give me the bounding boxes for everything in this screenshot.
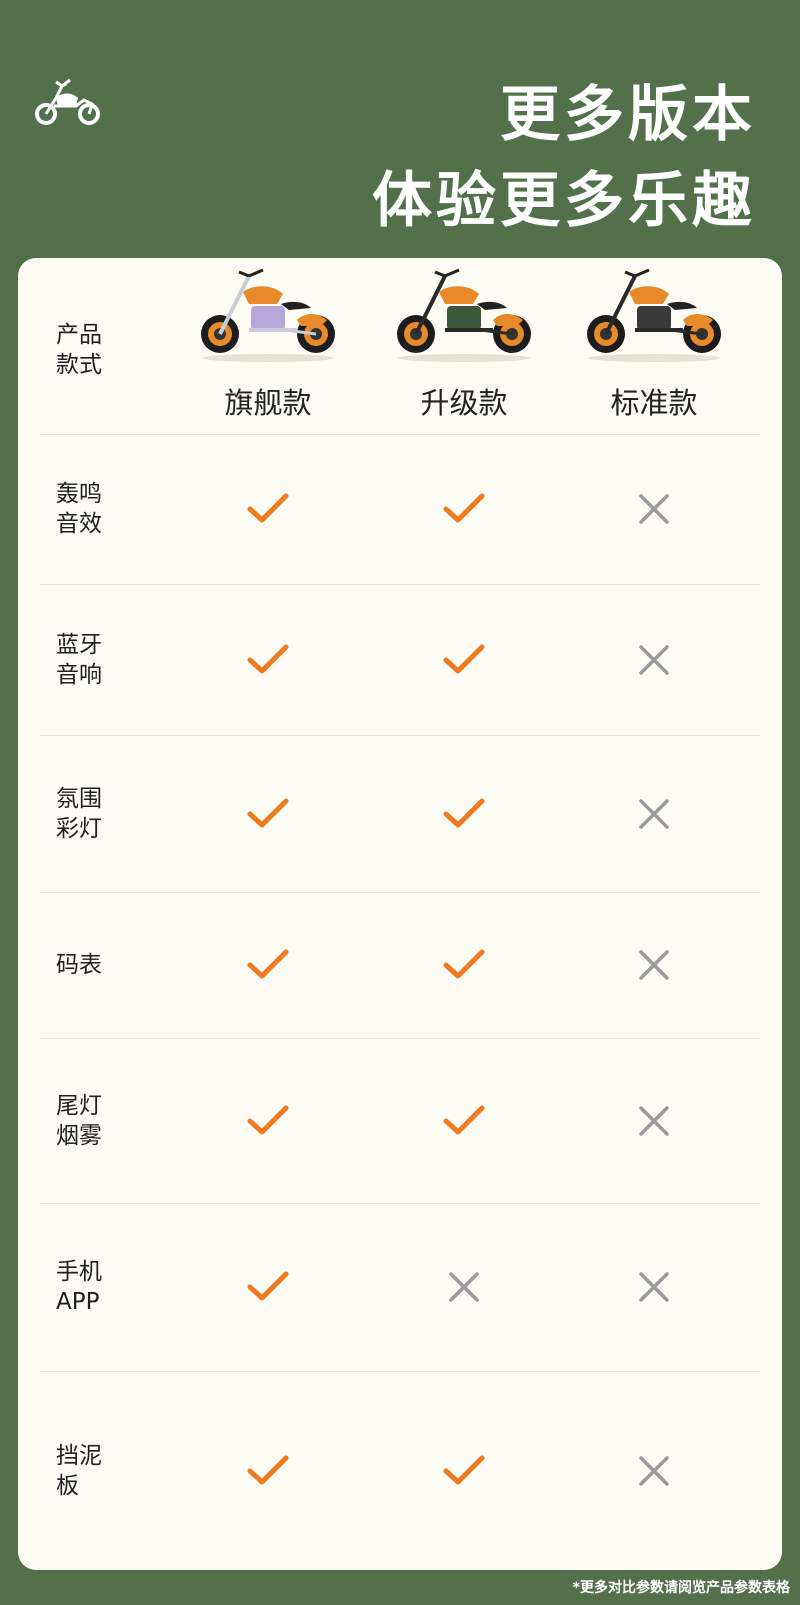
cross-icon [639, 494, 669, 524]
headline-line1: 更多版本 [500, 80, 756, 150]
feature-label: 氛围 彩灯 [56, 785, 102, 842]
check-icon [247, 798, 289, 827]
cross-icon [639, 798, 669, 829]
cross-icon [639, 1455, 669, 1486]
feature-label: 手机 APP [56, 1259, 102, 1315]
comparison-table: 产品 款式 旗舰款 升级款 标准款 轰鸣 音效蓝牙 音响氛围 彩灯码表尾灯 烟雾手机… [18, 258, 782, 1570]
cross-icon [639, 644, 669, 675]
column-name: 标准款 [610, 386, 698, 420]
check-icon [443, 1455, 485, 1484]
cross-icon [639, 1105, 669, 1136]
motorcycle-logo-icon [35, 78, 100, 125]
check-icon [247, 1271, 289, 1301]
headline-line2: 体验更多乐趣 [372, 166, 756, 236]
feature-label: 尾灯 烟雾 [56, 1092, 102, 1149]
check-icon [443, 493, 485, 523]
cross-icon [639, 1272, 669, 1302]
feature-label: 码表 [56, 952, 102, 978]
corner-label: 产品 款式 [56, 322, 102, 378]
motorcycle-standard-photo [579, 264, 729, 364]
feature-label: 挡泥 板 [56, 1442, 102, 1499]
check-icon [443, 1105, 485, 1134]
motorcycle-flagship-photo [193, 264, 343, 364]
feature-label: 蓝牙 音响 [56, 631, 102, 688]
check-icon [247, 1455, 289, 1484]
check-icon [443, 798, 485, 827]
cross-icon [639, 950, 669, 980]
feature-label: 轰鸣 音效 [56, 481, 102, 537]
column-name: 旗舰款 [224, 386, 312, 420]
check-icon [247, 949, 289, 979]
check-icon [247, 493, 289, 523]
check-icon [247, 1105, 289, 1134]
check-icon [443, 949, 485, 979]
check-icon [247, 644, 289, 673]
column-name: 升级款 [420, 386, 508, 420]
cross-icon [449, 1272, 479, 1302]
footnote: *更多对比参数请阅览产品参数表格 [572, 1580, 790, 1596]
check-icon [443, 644, 485, 673]
motorcycle-upgrade-photo [389, 264, 539, 364]
